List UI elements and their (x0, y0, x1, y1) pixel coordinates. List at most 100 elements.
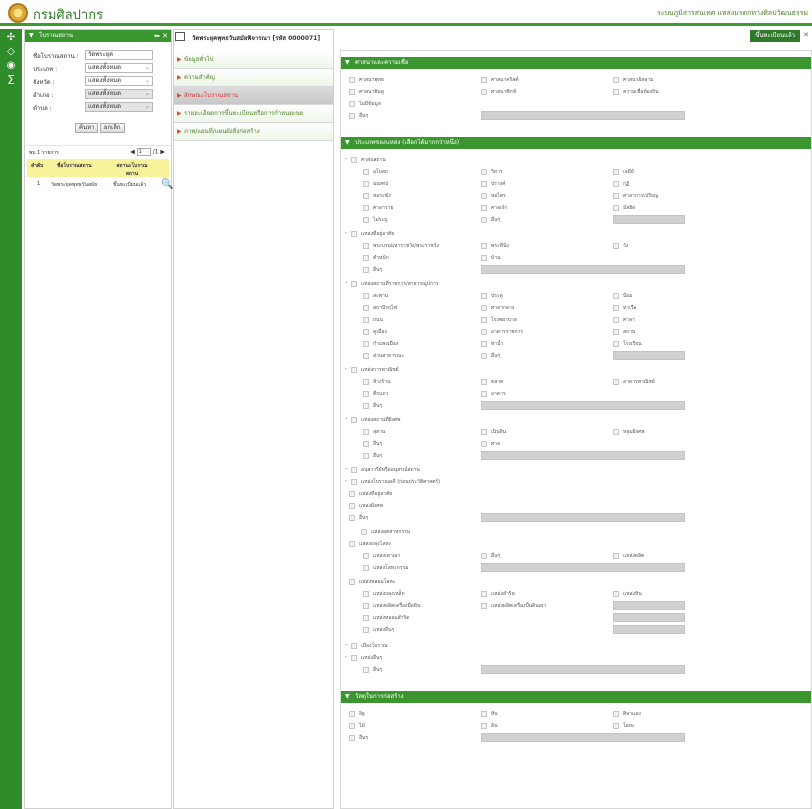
menu-importance[interactable]: ▶ ความสำคัญ (174, 69, 333, 87)
checkbox[interactable] (363, 317, 369, 323)
subdistrict-select[interactable]: แสดงทั้งหมด ⌄ (85, 102, 153, 112)
collapse-minus-icon[interactable]: - (345, 365, 347, 372)
other-text-input[interactable] (613, 625, 685, 634)
checkbox[interactable] (613, 591, 619, 597)
collapse-minus-icon[interactable]: - (345, 641, 347, 648)
checkbox[interactable] (351, 231, 357, 237)
checkbox[interactable] (481, 553, 487, 559)
register-status-button[interactable]: ขึ้นทะเบียนแล้ว (750, 30, 800, 42)
checkbox[interactable] (613, 293, 619, 299)
globe-icon[interactable]: ◉ (4, 60, 18, 72)
district-select[interactable]: แสดงทั้งหมด ⌄ (85, 89, 153, 99)
checkbox[interactable] (481, 379, 487, 385)
checkbox[interactable] (349, 113, 355, 119)
checkbox[interactable] (613, 89, 619, 95)
checkbox[interactable] (481, 429, 487, 435)
search-button[interactable]: ค้นหา (75, 123, 99, 133)
checkbox[interactable] (363, 441, 369, 447)
other-text-input[interactable] (481, 401, 685, 410)
collapse-minus-icon[interactable]: - (345, 229, 347, 236)
checkbox[interactable] (363, 255, 369, 261)
other-text-input[interactable] (613, 613, 685, 622)
sigma-icon[interactable]: Σ (4, 74, 18, 86)
prev-page-icon[interactable]: ◀ (130, 149, 135, 156)
checkbox[interactable] (363, 169, 369, 175)
checkbox[interactable] (349, 77, 355, 83)
back-arrow-icon[interactable]: ⬅ (154, 32, 160, 40)
checkbox[interactable] (363, 627, 369, 633)
other-text-input[interactable] (481, 265, 685, 274)
checkbox[interactable] (613, 205, 619, 211)
checkbox[interactable] (481, 217, 487, 223)
checkbox[interactable] (481, 391, 487, 397)
menu-characteristics[interactable]: ▶ ลักษณะโบราณสถาน (174, 87, 333, 105)
type-select[interactable]: แสดงทั้งหมด ⌄ (85, 63, 153, 73)
close-icon[interactable]: ✕ (162, 32, 168, 40)
checkbox[interactable] (351, 643, 357, 649)
checkbox[interactable] (363, 181, 369, 187)
collapse-minus-icon[interactable]: - (345, 477, 347, 484)
checkbox[interactable] (613, 723, 619, 729)
collapse-minus-icon[interactable]: - (345, 465, 347, 472)
checkbox[interactable] (363, 667, 369, 673)
checkbox[interactable] (481, 293, 487, 299)
page-input[interactable]: 1 (136, 148, 151, 156)
other-text-input[interactable] (481, 451, 685, 460)
checkbox[interactable] (613, 305, 619, 311)
other-text-input[interactable] (613, 215, 685, 224)
checkbox[interactable] (363, 591, 369, 597)
next-page-icon[interactable]: ▶ (160, 149, 165, 156)
checkbox[interactable] (349, 711, 355, 717)
other-text-input[interactable] (613, 351, 685, 360)
checkbox[interactable] (613, 329, 619, 335)
checkbox[interactable] (363, 565, 369, 571)
other-text-input[interactable] (481, 111, 685, 120)
checkbox[interactable] (481, 591, 487, 597)
menu-images[interactable]: ▶ ภาพ/แผนที่/แผนผังสิ่งก่อสร้าง (174, 123, 333, 141)
checkbox[interactable] (481, 205, 487, 211)
checkbox[interactable] (613, 429, 619, 435)
province-select[interactable]: แสดงทั้งหมด ⌄ (85, 76, 153, 86)
other-text-input[interactable] (481, 733, 685, 742)
checkbox[interactable] (363, 453, 369, 459)
checkbox[interactable] (363, 267, 369, 273)
checkbox[interactable] (613, 77, 619, 83)
checkbox[interactable] (613, 379, 619, 385)
checkbox[interactable] (481, 193, 487, 199)
checkbox[interactable] (351, 281, 357, 287)
checkbox[interactable] (481, 305, 487, 311)
collapse-minus-icon[interactable]: - (345, 279, 347, 286)
checkbox[interactable] (481, 711, 487, 717)
checkbox[interactable] (481, 341, 487, 347)
checkbox[interactable] (349, 515, 355, 521)
checkbox[interactable] (481, 77, 487, 83)
other-text-input[interactable] (481, 563, 685, 572)
checkbox[interactable] (363, 305, 369, 311)
site-type-section-header[interactable]: ▼ ประเภทของแหล่ง (เลือกได้มากกว่าหนึ่ง) (341, 137, 811, 149)
checkbox[interactable] (363, 243, 369, 249)
checkbox[interactable] (349, 491, 355, 497)
checkbox[interactable] (613, 181, 619, 187)
checkbox[interactable] (613, 341, 619, 347)
menu-general[interactable]: ▶ ข้อมูลทั่วไป (174, 51, 333, 69)
checkbox[interactable] (363, 193, 369, 199)
checkbox[interactable] (349, 503, 355, 509)
other-text-input[interactable] (613, 601, 685, 610)
table-row[interactable]: 1 วัดพระยุคพุทธวันสมัย ขึ้นทะเบียนแล้ว 🔍 (27, 179, 173, 196)
checkbox[interactable] (481, 441, 487, 447)
close-icon[interactable]: ✕ (803, 31, 809, 39)
checkbox[interactable] (349, 579, 355, 585)
checkbox[interactable] (363, 553, 369, 559)
checkbox[interactable] (363, 329, 369, 335)
collapse-minus-icon[interactable]: - (345, 155, 347, 162)
other-text-input[interactable] (481, 665, 685, 674)
site-name-input[interactable]: วัดพระยุค (85, 50, 153, 60)
tools-icon[interactable]: ✣ (4, 32, 18, 44)
checkbox[interactable] (363, 615, 369, 621)
checkbox[interactable] (363, 353, 369, 359)
checkbox[interactable] (351, 157, 357, 163)
layers-icon[interactable]: ◇ (4, 46, 18, 58)
checkbox[interactable] (481, 243, 487, 249)
checkbox[interactable] (363, 293, 369, 299)
checkbox[interactable] (363, 603, 369, 609)
